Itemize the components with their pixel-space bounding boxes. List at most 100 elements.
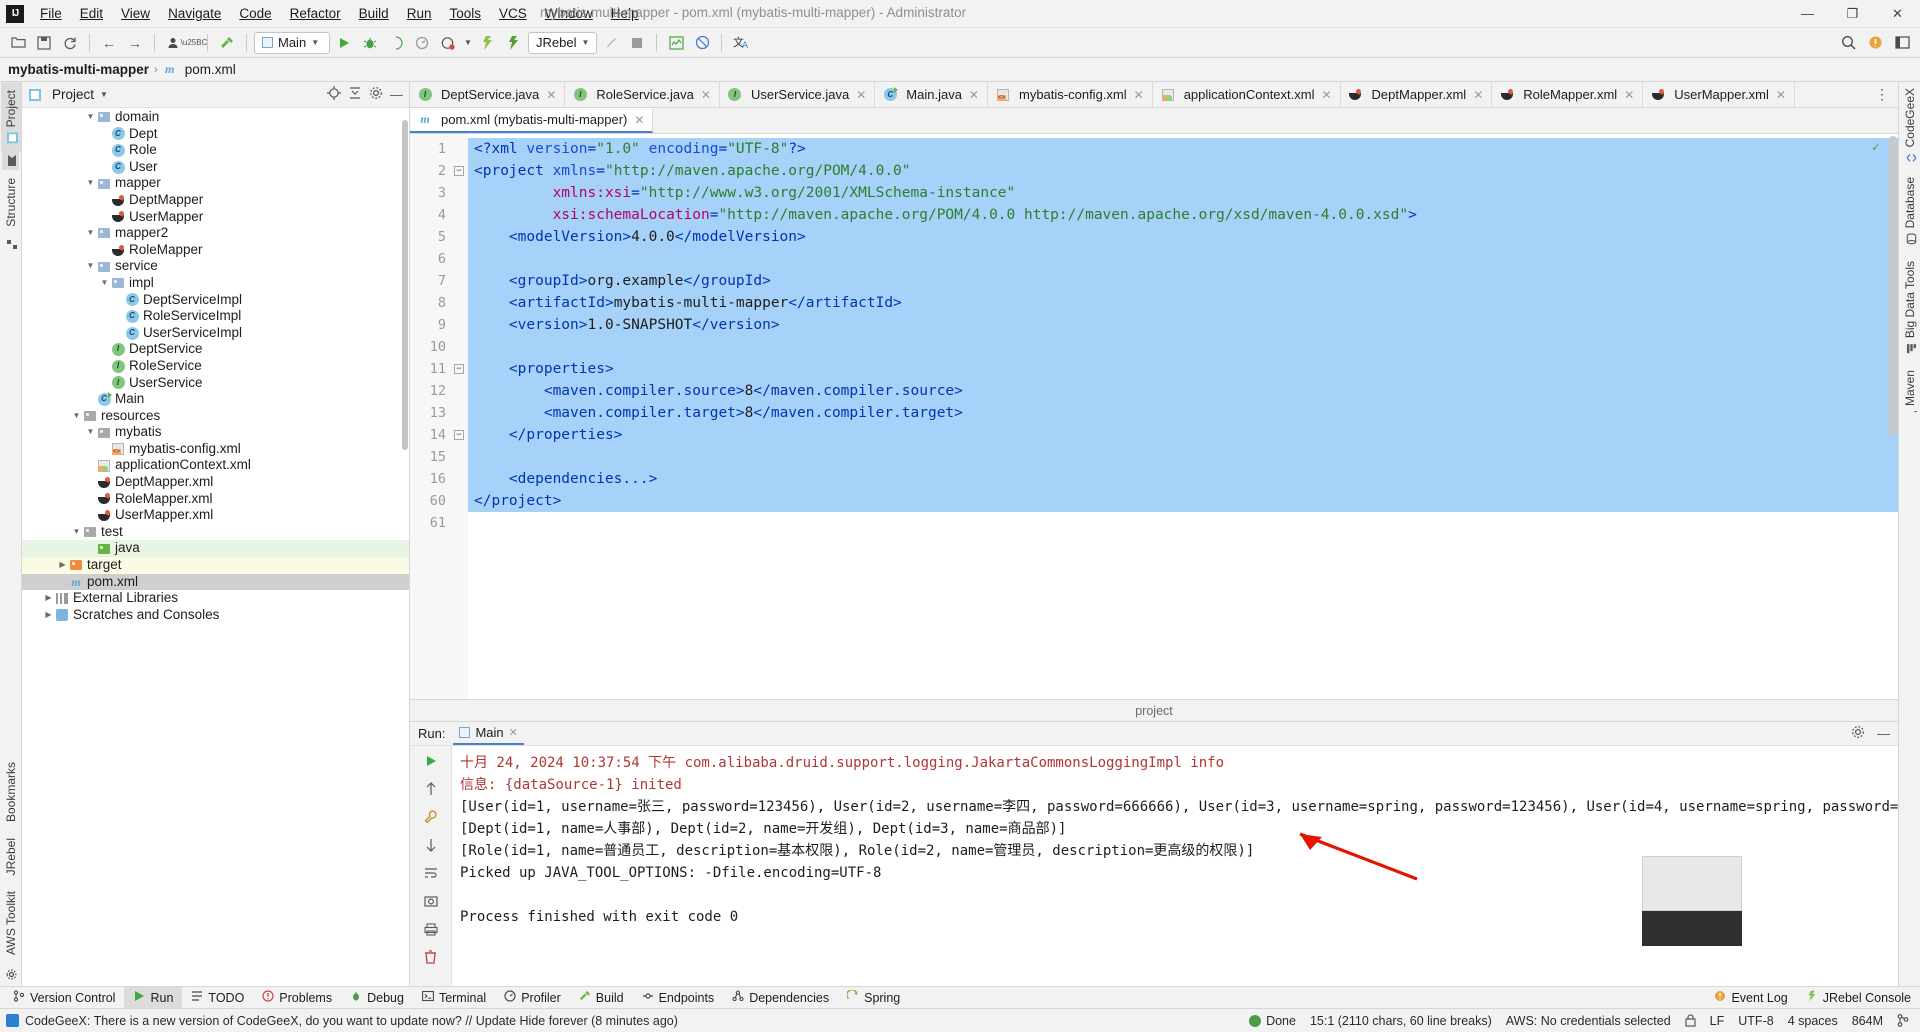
sidebar-item-codegeex[interactable]: CodeGeeX	[1900, 82, 1920, 169]
editor-tab-userservice-java[interactable]: I UserService.java ✕	[719, 82, 876, 107]
tree-node-userservice[interactable]: I UserService	[22, 375, 409, 392]
editor-tab-applicationcontext-xml[interactable]: applicationContext.xml ✕	[1152, 82, 1341, 107]
tool-window-button-profiler[interactable]: Profiler	[495, 987, 570, 1009]
sidebar-item-structure[interactable]: Structure	[1, 170, 21, 235]
tree-node-rolemapper[interactable]: RoleMapper	[22, 242, 409, 259]
line-number[interactable]: 16	[410, 468, 468, 490]
line-number[interactable]: 60	[410, 490, 468, 512]
code-line[interactable]	[468, 512, 1898, 534]
code-line[interactable]: <project xmlns="http://maven.apache.org/…	[468, 160, 1898, 182]
close-button[interactable]: ✕	[1875, 0, 1920, 28]
sidebar-item-project[interactable]: Project	[0, 82, 21, 152]
editor-gutter[interactable]: 1 2−3 4 5 6 7 8 9 10 11−12 13 14−15 16 60 61	[410, 134, 484, 699]
tool-window-button-debug[interactable]: Debug	[341, 987, 413, 1009]
code-line[interactable]: </project>	[468, 490, 1898, 512]
tool-window-button-todo[interactable]: TODO	[182, 987, 253, 1009]
code-line[interactable]	[468, 446, 1898, 468]
menu-edit[interactable]: Edit	[71, 2, 112, 25]
editor-tab-rolemapper-xml[interactable]: RoleMapper.xml ✕	[1492, 82, 1644, 107]
close-icon[interactable]: ✕	[1321, 88, 1331, 102]
chevron-down-icon[interactable]: ▼	[84, 424, 97, 441]
line-number[interactable]: 2−	[410, 160, 468, 182]
editor-tabs-row-1[interactable]: I DeptService.java ✕ I RoleService.java ✕ I Use…	[410, 82, 1898, 108]
chevron-down-icon[interactable]: ▼	[100, 90, 108, 99]
hide-panel-icon[interactable]: —	[390, 87, 403, 102]
gear-icon[interactable]	[369, 86, 383, 103]
tree-node-resources[interactable]: ▼ resources	[22, 408, 409, 425]
camera-icon[interactable]	[421, 891, 441, 911]
tree-node-mybatis[interactable]: ▼ mybatis	[22, 424, 409, 441]
breadcrumb-file[interactable]: m pom.xml	[163, 62, 236, 77]
attach-icon[interactable]	[599, 31, 623, 55]
tree-node-main[interactable]: C Main	[22, 391, 409, 408]
sidebar-item-aws-toolkit[interactable]: AWS Toolkit	[1, 883, 21, 963]
editor-tab-mybatis-config-xml[interactable]: mybatis-config.xml ✕	[987, 82, 1153, 107]
code-line[interactable]: <dependencies...>	[468, 468, 1898, 490]
tree-node-test[interactable]: ▼ test	[22, 524, 409, 541]
clear-all-icon[interactable]	[421, 947, 441, 967]
line-number[interactable]: 8	[410, 292, 468, 314]
sidebar-item-big-data-tools[interactable]: Big Data Tools	[1900, 253, 1920, 362]
tree-node-mybatis-config-xml[interactable]: mybatis-config.xml	[22, 441, 409, 458]
tool-window-button-build[interactable]: Build	[570, 987, 633, 1009]
menu-navigate[interactable]: Navigate	[159, 2, 230, 25]
editor-tab-main-java[interactable]: C Main.java ✕	[875, 82, 988, 107]
line-number[interactable]: 7	[410, 270, 468, 292]
console-output[interactable]: 十月 24, 2024 10:37:54 下午 com.alibaba.drui…	[452, 746, 1898, 986]
code-fold-toggle-icon[interactable]: −	[454, 166, 464, 176]
layout-icon[interactable]	[1890, 31, 1914, 55]
close-icon[interactable]: ✕	[546, 88, 556, 102]
tree-node-usermapper[interactable]: UserMapper	[22, 209, 409, 226]
menu-build[interactable]: Build	[350, 2, 398, 25]
aws-credentials[interactable]: AWS: No credentials selected	[1501, 1014, 1676, 1028]
tree-node-dept[interactable]: C Dept	[22, 126, 409, 143]
line-number[interactable]: 4	[410, 204, 468, 226]
inspection-status-ok-icon[interactable]: ✓	[1872, 140, 1886, 155]
chevron-down-icon[interactable]: ▼	[70, 408, 83, 425]
chevron-down-icon[interactable]: ▼	[84, 109, 97, 126]
tree-node-impl[interactable]: ▼ impl	[22, 275, 409, 292]
code-line[interactable]: <properties>	[468, 358, 1898, 380]
tree-node-deptmapper-xml[interactable]: DeptMapper.xml	[22, 474, 409, 491]
code-line[interactable]: <maven.compiler.target>8</maven.compiler…	[468, 402, 1898, 424]
line-number[interactable]: 15	[410, 446, 468, 468]
tree-node-mapper[interactable]: ▼ mapper	[22, 175, 409, 192]
translate-icon[interactable]: 文A	[729, 31, 753, 55]
gear-icon[interactable]	[1851, 725, 1865, 742]
chevron-right-icon[interactable]: ▶	[56, 557, 69, 574]
sync-icon[interactable]	[58, 31, 82, 55]
chevron-down-icon[interactable]: ▼	[70, 524, 83, 541]
menu-vcs[interactable]: VCS	[490, 2, 536, 25]
jrebel-selector[interactable]: JRebel ▼	[528, 31, 598, 54]
indent-setting[interactable]: 4 spaces	[1783, 1014, 1843, 1028]
sidebar-item-database[interactable]: Database	[1900, 169, 1920, 252]
tree-node-userserviceimpl[interactable]: C UserServiceImpl	[22, 325, 409, 342]
code-line[interactable]: <?xml version="1.0" encoding="UTF-8"?>	[468, 138, 1898, 160]
line-number[interactable]: 14−	[410, 424, 484, 446]
run-tab-main[interactable]: Main ✕	[453, 723, 524, 745]
close-icon[interactable]: ✕	[634, 113, 644, 127]
scroll-down-icon[interactable]	[421, 835, 441, 855]
chart-icon[interactable]	[664, 31, 688, 55]
tree-node-mapper2[interactable]: ▼ mapper2	[22, 225, 409, 242]
line-number[interactable]: 5	[410, 226, 468, 248]
memory-indicator[interactable]: 864M	[1847, 1014, 1888, 1028]
tree-node-usermapper-xml[interactable]: UserMapper.xml	[22, 507, 409, 524]
chevron-down-icon[interactable]: ▼	[84, 175, 97, 192]
tree-node-domain[interactable]: ▼ domain	[22, 109, 409, 126]
chevron-right-icon[interactable]: ▶	[42, 590, 55, 607]
wrench-icon[interactable]	[421, 807, 441, 827]
tree-node-roleserviceimpl[interactable]: C RoleServiceImpl	[22, 308, 409, 325]
code-line[interactable]: <version>1.0-SNAPSHOT</version>	[468, 314, 1898, 336]
editor-tabs-row-2[interactable]: m pom.xml (mybatis-multi-mapper) ✕	[410, 108, 1898, 134]
collapse-all-icon[interactable]	[348, 86, 362, 103]
line-number[interactable]: 11−	[410, 358, 468, 380]
menu-run[interactable]: Run	[398, 2, 441, 25]
lock-icon[interactable]	[1680, 1014, 1701, 1027]
hide-panel-icon[interactable]: —	[1877, 726, 1890, 741]
save-icon[interactable]	[32, 31, 56, 55]
menu-view[interactable]: View	[112, 2, 159, 25]
tree-node-pom-xml[interactable]: m pom.xml	[22, 573, 409, 591]
tree-node-external-libraries[interactable]: ▶ External Libraries	[22, 590, 409, 607]
tree-node-target[interactable]: ▶ target	[22, 557, 409, 574]
